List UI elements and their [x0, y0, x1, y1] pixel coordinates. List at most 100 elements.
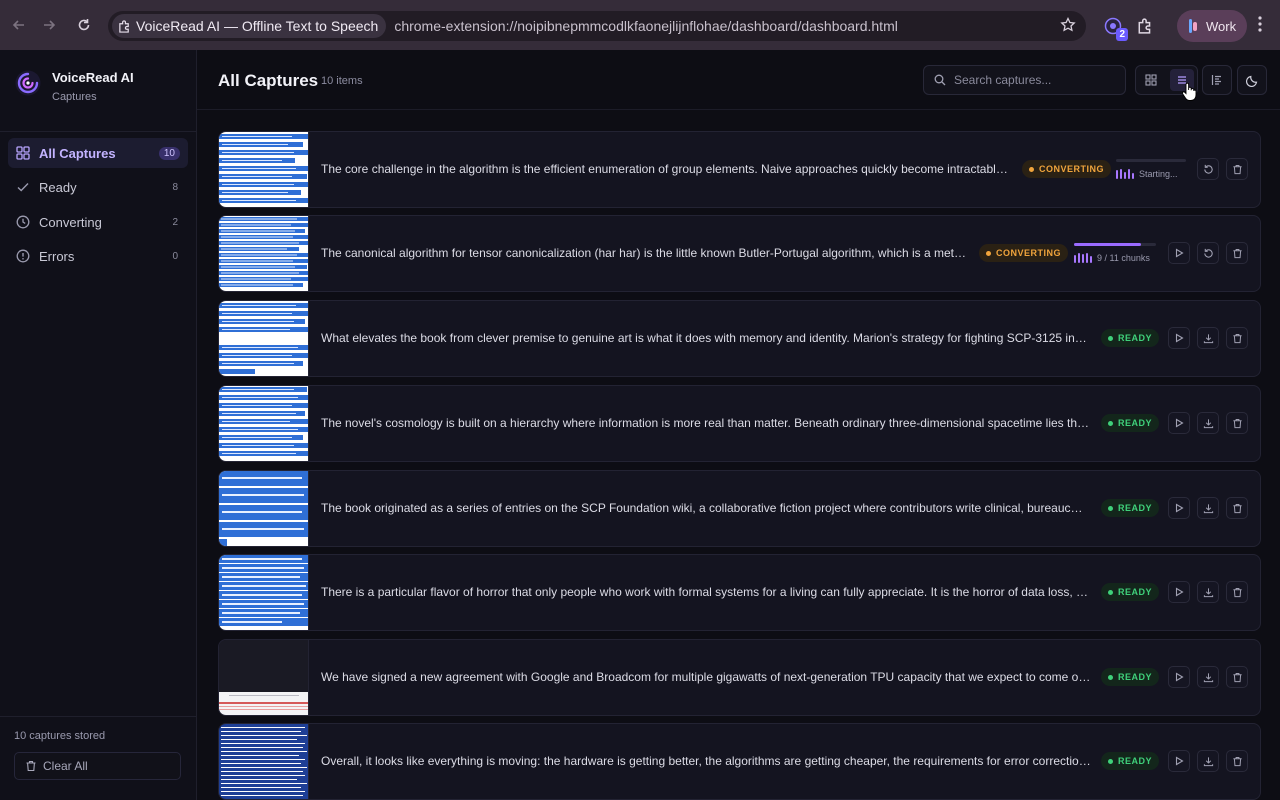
download-button[interactable]: [1197, 327, 1219, 349]
play-button[interactable]: [1168, 412, 1190, 434]
trash-icon: [1232, 587, 1242, 597]
back-button[interactable]: [3, 9, 35, 41]
download-icon: [1203, 503, 1213, 513]
download-button[interactable]: [1197, 581, 1219, 603]
download-button[interactable]: [1197, 497, 1219, 519]
puzzle-icon: [119, 19, 129, 33]
trash-icon: [26, 761, 36, 772]
progress-bar-track: [1074, 243, 1156, 246]
progress-bar-track: [1116, 159, 1186, 162]
play-button[interactable]: [1168, 327, 1190, 349]
search-input[interactable]: [954, 73, 1114, 87]
play-button[interactable]: [1168, 242, 1190, 264]
status-badge: READY: [1101, 752, 1160, 770]
status-badge: READY: [1101, 329, 1160, 347]
capture-row[interactable]: The book originated as a series of entri…: [218, 470, 1261, 547]
retry-button[interactable]: [1197, 242, 1219, 264]
download-button[interactable]: [1197, 750, 1219, 772]
delete-button[interactable]: [1226, 750, 1248, 772]
text-page-thumbnail: [219, 724, 308, 799]
search-box[interactable]: [923, 65, 1126, 95]
status-dot: [1029, 166, 1034, 172]
progress-bar-fill: [1074, 243, 1142, 246]
text-page-thumbnail: [219, 301, 308, 376]
rotate-icon: [1203, 248, 1213, 258]
status-dot: [1108, 335, 1113, 341]
trash-icon: [1232, 333, 1242, 343]
play-icon: [1175, 418, 1184, 428]
download-button[interactable]: [1197, 412, 1219, 434]
delete-button[interactable]: [1226, 327, 1248, 349]
capture-thumbnail: [219, 301, 309, 376]
theme-toggle-button[interactable]: [1237, 65, 1267, 95]
grid-view-button[interactable]: [1139, 69, 1163, 91]
item-count: 10 items: [321, 75, 363, 87]
play-button[interactable]: [1168, 666, 1190, 688]
play-icon: [1175, 587, 1184, 597]
capture-row[interactable]: We have signed a new agreement with Goog…: [218, 639, 1261, 716]
text-page-thumbnail: [219, 216, 308, 291]
sidebar-item-errors[interactable]: Errors 0: [8, 241, 188, 271]
alert-circle-icon: [16, 249, 30, 263]
sidebar-item-all-captures[interactable]: All Captures 10: [8, 138, 188, 168]
capture-thumbnail: [219, 216, 309, 291]
site-chip[interactable]: VoiceRead AI — Offline Text to Speech: [112, 14, 387, 38]
trash-icon: [1232, 672, 1242, 682]
url-text: chrome-extension://noipibnepmmcodlkfaone…: [394, 18, 898, 34]
delete-button[interactable]: [1226, 158, 1248, 180]
status-label: CONVERTING: [1039, 164, 1105, 174]
voiceread-extension-button[interactable]: 2: [1102, 15, 1128, 41]
status-label: READY: [1118, 587, 1153, 597]
conversion-progress: 9 / 11 chunks: [1074, 243, 1156, 263]
play-button[interactable]: [1168, 497, 1190, 519]
sidebar-item-converting[interactable]: Converting 2: [8, 207, 188, 237]
download-icon: [1203, 756, 1213, 766]
arrow-left-icon: [12, 20, 24, 30]
bookmark-star-icon[interactable]: [1060, 17, 1076, 33]
profile-button[interactable]: Work: [1177, 10, 1247, 42]
capture-row[interactable]: The canonical algorithm for tensor canon…: [218, 215, 1261, 292]
capture-text: There is a particular flavor of horror t…: [321, 585, 1091, 599]
play-button[interactable]: [1168, 581, 1190, 603]
align-left-icon: [1211, 75, 1221, 85]
reload-button[interactable]: [68, 9, 100, 41]
retry-button[interactable]: [1197, 158, 1219, 180]
sidebar-footer-divider: [0, 716, 196, 717]
extensions-button[interactable]: [1134, 15, 1156, 37]
capture-row[interactable]: The core challenge in the algorithm is t…: [218, 131, 1261, 208]
capture-row[interactable]: What elevates the book from clever premi…: [218, 300, 1261, 377]
clear-all-label: Clear All: [43, 759, 88, 773]
reload-icon: [78, 19, 90, 31]
page-title: All Captures: [218, 71, 319, 90]
capture-thumbnail: [219, 386, 309, 461]
download-icon: [1203, 587, 1213, 597]
delete-button[interactable]: [1226, 412, 1248, 434]
forward-button[interactable]: [33, 9, 65, 41]
progress-text: Starting...: [1139, 169, 1178, 179]
compact-view-button[interactable]: [1202, 65, 1232, 95]
capture-text: The book originated as a series of entri…: [321, 501, 1086, 515]
delete-button[interactable]: [1226, 581, 1248, 603]
site-chip-title: VoiceRead AI — Offline Text to Speech: [136, 18, 379, 34]
delete-button[interactable]: [1226, 242, 1248, 264]
sidebar-item-ready[interactable]: Ready 8: [8, 172, 188, 202]
browser-menu-button[interactable]: [1258, 16, 1262, 36]
trash-icon: [1232, 503, 1242, 513]
text-page-thumbnail: [219, 132, 308, 207]
capture-thumbnail: [219, 132, 309, 207]
sidebar-item-count: 10: [158, 146, 180, 160]
status-label: READY: [1118, 333, 1153, 343]
capture-row[interactable]: Overall, it looks like everything is mov…: [218, 723, 1261, 800]
capture-row[interactable]: There is a particular flavor of horror t…: [218, 554, 1261, 631]
capture-row[interactable]: The novel's cosmology is built on a hier…: [218, 385, 1261, 462]
delete-button[interactable]: [1226, 497, 1248, 519]
download-button[interactable]: [1197, 666, 1219, 688]
text-page-thumbnail: [219, 555, 308, 630]
address-bar[interactable]: VoiceRead AI — Offline Text to Speech ch…: [108, 11, 1086, 41]
sidebar-item-count: 8: [172, 181, 178, 193]
delete-button[interactable]: [1226, 666, 1248, 688]
clear-all-button[interactable]: Clear All: [14, 752, 181, 780]
capture-text: The novel's cosmology is built on a hier…: [321, 416, 1091, 430]
play-button[interactable]: [1168, 750, 1190, 772]
trash-icon: [1232, 756, 1242, 766]
